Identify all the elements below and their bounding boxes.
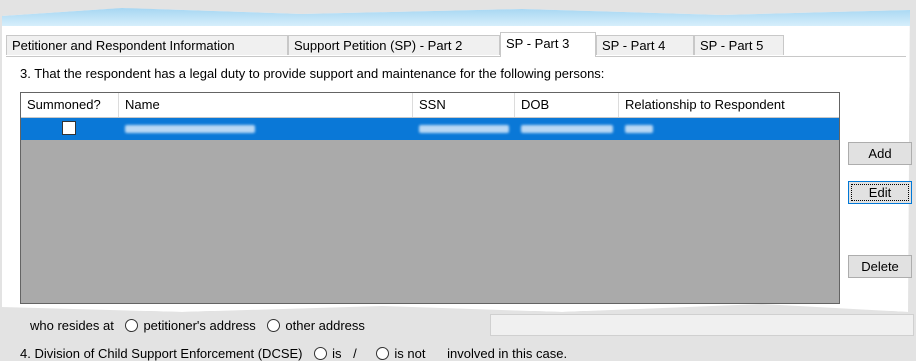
persons-grid[interactable]: Summoned? Name SSN DOB Relationship to R… xyxy=(20,92,840,304)
delete-button[interactable]: Delete xyxy=(848,255,912,278)
other-address-input[interactable] xyxy=(490,314,914,336)
column-header-summoned[interactable]: Summoned? xyxy=(21,93,119,117)
tab-sp-part-4[interactable]: SP - Part 4 xyxy=(596,35,694,55)
dcse-is-label[interactable]: is xyxy=(332,346,341,361)
dcse-is-radio[interactable] xyxy=(314,347,328,360)
slash-separator: / xyxy=(353,346,357,361)
window-title-strip xyxy=(2,8,910,26)
tab-content-sp-part-3: 3. That the respondent has a legal duty … xyxy=(6,56,914,361)
petitioners-address-label[interactable]: petitioner's address xyxy=(143,318,255,333)
dcse-is-not-label[interactable]: is not xyxy=(394,346,425,361)
summoned-checkbox[interactable] xyxy=(62,121,76,135)
column-header-relationship[interactable]: Relationship to Respondent xyxy=(619,93,839,117)
question-4-group: 4. Division of Child Support Enforcement… xyxy=(20,346,567,361)
tab-sp-part-5[interactable]: SP - Part 5 xyxy=(694,35,784,55)
resides-at-label: who resides at xyxy=(30,318,114,333)
edit-button[interactable]: Edit xyxy=(848,181,912,204)
column-header-ssn[interactable]: SSN xyxy=(413,93,515,117)
other-address-radio[interactable] xyxy=(267,319,281,332)
dob-cell-redacted xyxy=(521,125,613,133)
involved-label: involved in this case. xyxy=(447,346,568,361)
dcse-is-not-radio[interactable] xyxy=(376,347,390,360)
petitioners-address-radio[interactable] xyxy=(125,319,139,332)
relationship-cell-redacted xyxy=(625,125,653,133)
tab-support-petition-part-2[interactable]: Support Petition (SP) - Part 2 xyxy=(288,35,500,55)
resides-at-group: who resides at petitioner's address othe… xyxy=(30,318,365,333)
tab-sp-part-3[interactable]: SP - Part 3 xyxy=(500,32,596,57)
question-4-label: 4. Division of Child Support Enforcement… xyxy=(20,346,303,361)
question-3-label: 3. That the respondent has a legal duty … xyxy=(20,66,605,81)
column-header-name[interactable]: Name xyxy=(119,93,413,117)
add-button[interactable]: Add xyxy=(848,142,912,165)
grid-header: Summoned? Name SSN DOB Relationship to R… xyxy=(21,93,839,118)
summoned-cell xyxy=(21,118,119,140)
tab-petitioner-respondent-info[interactable]: Petitioner and Respondent Information xyxy=(6,35,288,55)
name-cell-redacted xyxy=(125,125,255,133)
table-row[interactable] xyxy=(21,118,839,140)
ssn-cell-redacted xyxy=(419,125,509,133)
other-address-label[interactable]: other address xyxy=(285,318,365,333)
tab-strip: Petitioner and Respondent Information Su… xyxy=(6,32,906,57)
column-header-dob[interactable]: DOB xyxy=(515,93,619,117)
